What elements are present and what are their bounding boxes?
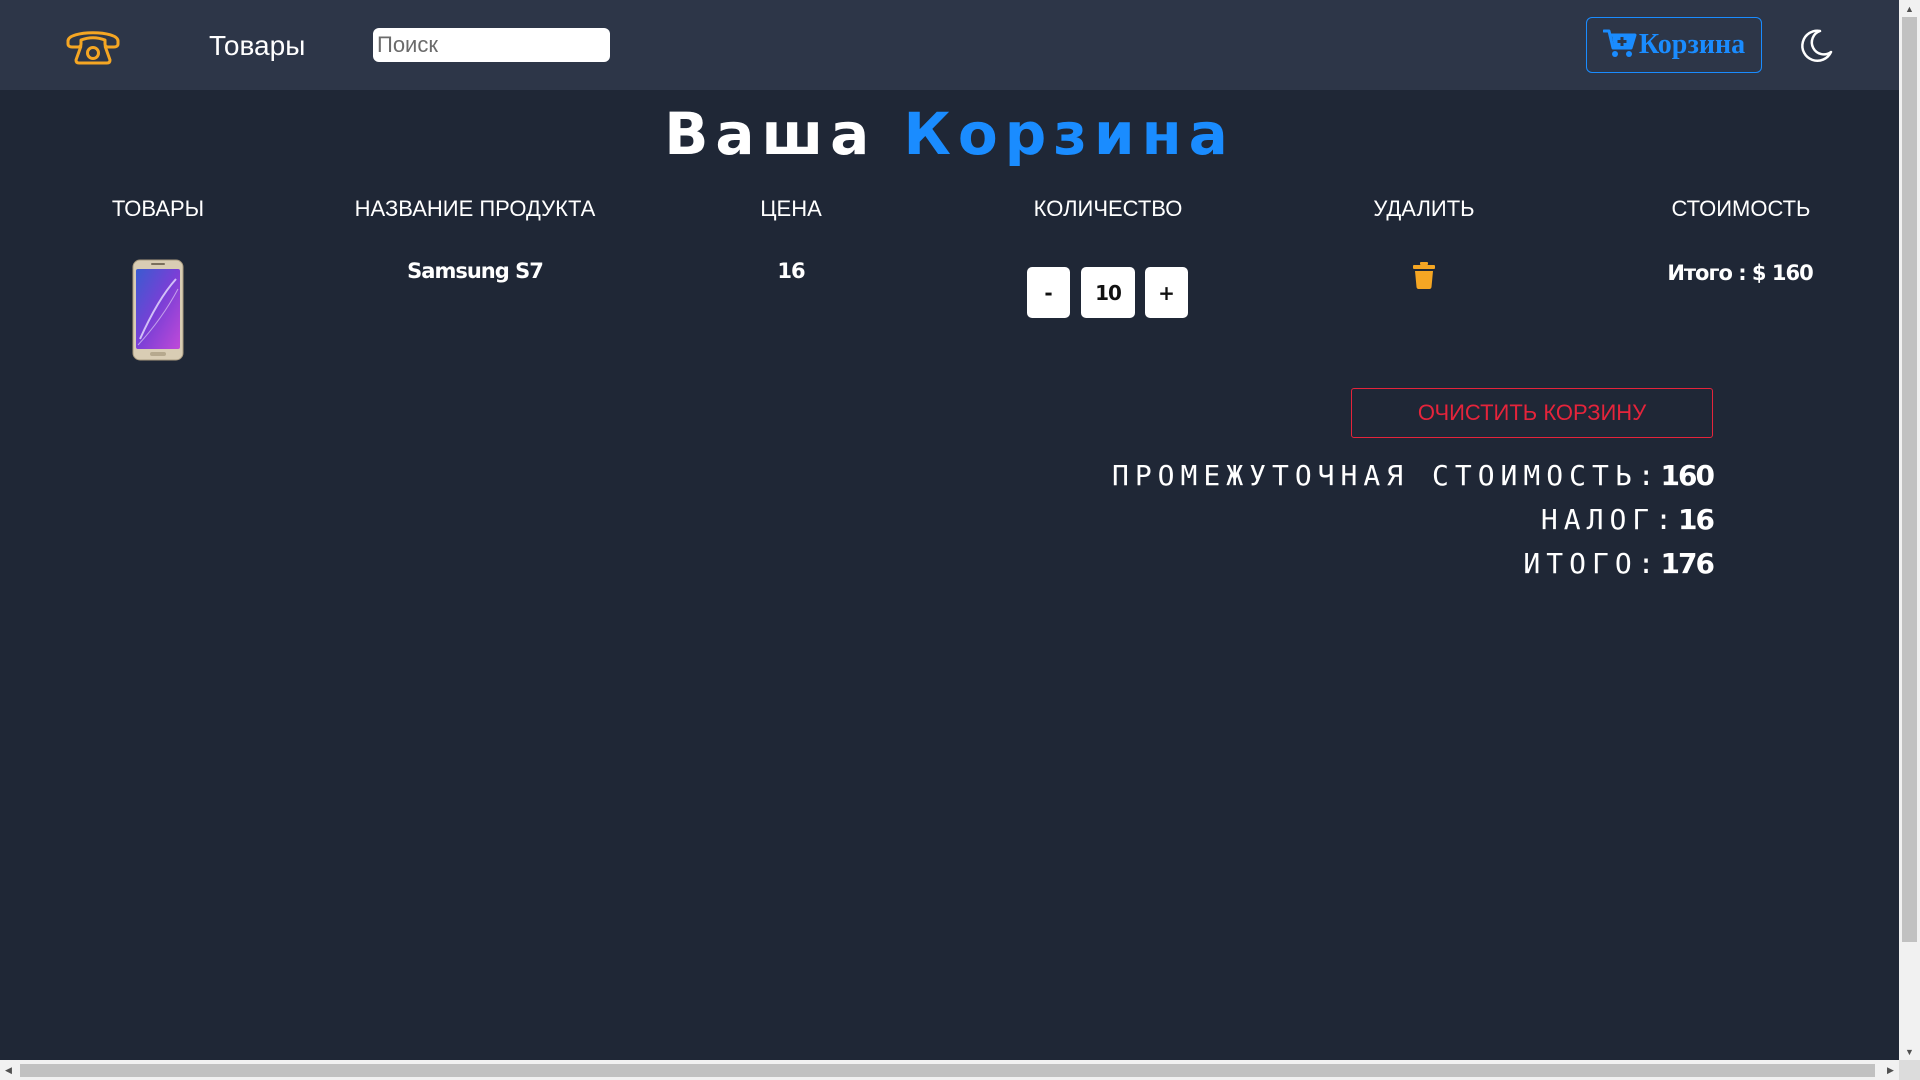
smartphone-image — [132, 259, 184, 361]
page: Товары Корзина Ваша Корзина — [0, 0, 1899, 1060]
page-title: Ваша Корзина — [0, 100, 1899, 168]
header-delete: УДАЛИТЬ — [1373, 196, 1475, 221]
vertical-scroll-thumb[interactable] — [1902, 17, 1917, 942]
product-price: 16 — [777, 259, 805, 283]
cart-button[interactable]: Корзина — [1586, 17, 1762, 73]
scroll-up-arrow-icon[interactable]: ▲ — [1899, 0, 1920, 17]
subtotal-label: ПРОМЕЖУТОЧНАЯ СТОИМОСТЬ: — [1111, 459, 1661, 492]
moon-icon[interactable] — [1798, 28, 1834, 64]
scroll-right-arrow-icon[interactable]: ▶ — [1882, 1060, 1899, 1080]
phone-icon[interactable] — [64, 24, 122, 66]
cart-plus-icon — [1602, 28, 1637, 63]
header-product-name: НАЗВАНИЕ ПРОДУКТА — [354, 196, 596, 221]
nav-link-products[interactable]: Товары — [209, 30, 305, 62]
vertical-scrollbar[interactable]: ▲ ▼ — [1899, 0, 1920, 1060]
product-name: Samsung S7 — [407, 259, 544, 283]
subtotal-line: ПРОМЕЖУТОЧНАЯ СТОИМОСТЬ:160 — [1111, 459, 1715, 492]
tax-line: НАЛОГ:16 — [1540, 503, 1715, 536]
tax-value: 16 — [1678, 503, 1715, 536]
row-total-label: Итого : — [1667, 261, 1746, 285]
clear-cart-button[interactable]: ОЧИСТИТЬ КОРЗИНУ — [1351, 388, 1713, 438]
scroll-left-arrow-icon[interactable]: ◀ — [0, 1060, 17, 1080]
total-label: ИТОГО: — [1523, 547, 1661, 580]
scroll-down-arrow-icon[interactable]: ▼ — [1899, 1043, 1920, 1060]
page-title-part2: Корзина — [903, 100, 1235, 168]
header-quantity: КОЛИЧЕСТВО — [1033, 196, 1183, 221]
increment-button[interactable]: + — [1145, 267, 1188, 318]
horizontal-scroll-thumb[interactable] — [20, 1064, 1875, 1077]
trash-icon[interactable] — [1413, 262, 1435, 289]
header-products: ТОВАРЫ — [111, 196, 205, 221]
quantity-value: 10 — [1081, 267, 1135, 318]
row-total-value: $ 160 — [1751, 261, 1814, 285]
navbar: Товары Корзина — [0, 0, 1899, 90]
header-cost: СТОИМОСТЬ — [1671, 196, 1811, 221]
decrement-button[interactable]: - — [1027, 267, 1070, 318]
cart-label: Корзина — [1638, 29, 1746, 60]
total-value: 176 — [1660, 547, 1715, 580]
scrollbar-corner — [1899, 1060, 1920, 1080]
tax-label: НАЛОГ: — [1540, 503, 1679, 536]
horizontal-scrollbar[interactable]: ◀ ▶ — [0, 1060, 1899, 1080]
header-price: ЦЕНА — [760, 196, 822, 221]
search-input[interactable] — [373, 28, 610, 62]
subtotal-value: 160 — [1660, 459, 1715, 492]
total-line: ИТОГО:176 — [1523, 547, 1715, 580]
page-title-part1: Ваша — [664, 100, 877, 168]
